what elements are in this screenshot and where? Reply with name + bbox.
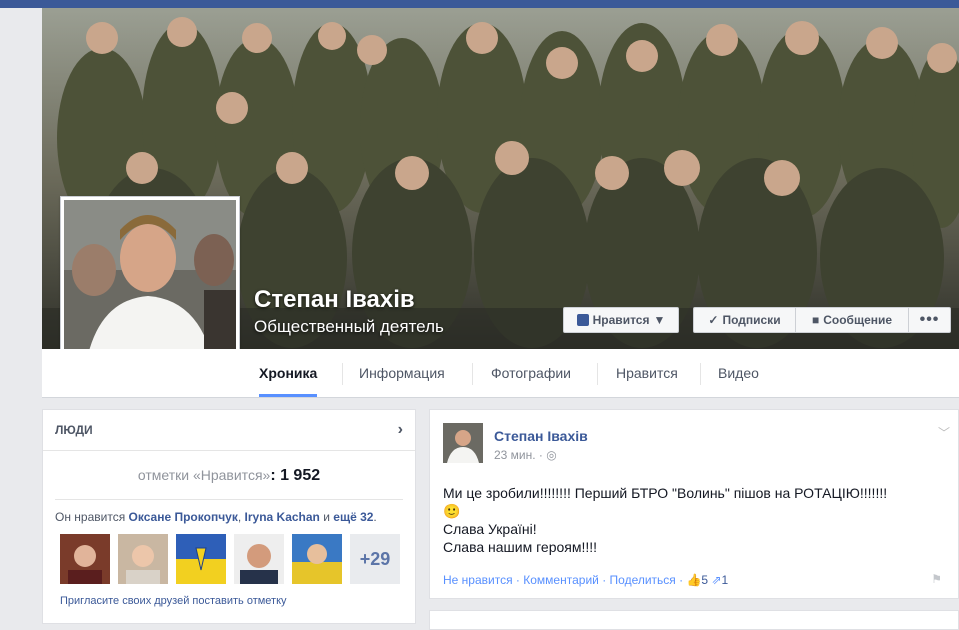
friend-avatar[interactable] (292, 534, 342, 584)
likes-label: отметки «Нравится» (137, 467, 271, 483)
liked-by-prefix: Он нравится (55, 510, 129, 524)
liked-by-separator: , (237, 510, 245, 524)
post-actions: Не нравится · Комментарий · Поделиться ·… (443, 573, 728, 587)
page-name: Степан Івахів (254, 286, 415, 313)
globe-icon: ◎ (546, 448, 557, 462)
liked-by-end: . (373, 510, 377, 524)
more-icon: ••• (919, 311, 940, 328)
post-options-caret-icon[interactable]: ﹀ (938, 424, 950, 441)
tab-timeline[interactable]: Хроника (259, 349, 318, 397)
action-separator: · (675, 573, 687, 587)
likes-count-row: отметки «Нравится»: 1 952 (55, 451, 403, 500)
tab-photos[interactable]: Фотографии (491, 349, 571, 397)
invite-friends-link[interactable]: Пригласите своих друзей поставить отметк… (43, 584, 415, 608)
liked-by-friend-2[interactable]: Iryna Kachan (245, 510, 320, 524)
message-label: Сообщение (823, 313, 893, 327)
friend-avatar[interactable] (118, 534, 168, 584)
post-timestamp[interactable]: 23 мин. · ◎ (494, 448, 557, 462)
tab-divider (597, 363, 598, 385)
message-button[interactable]: ■ Сообщение (796, 307, 909, 333)
post-author-avatar[interactable] (443, 423, 483, 463)
tab-video[interactable]: Видео (718, 349, 759, 397)
tab-divider (700, 363, 701, 385)
chevron-right-icon[interactable]: › (398, 410, 403, 450)
timeline-post: Степан Івахів 23 мин. · ◎ ﹀ Ми це зробил… (429, 409, 959, 599)
share-count-icon: ⇗ (708, 573, 722, 587)
tab-likes[interactable]: Нравится (616, 349, 678, 397)
friend-avatar[interactable] (176, 534, 226, 584)
subscriptions-label: Подписки (722, 313, 781, 327)
tab-divider (342, 363, 343, 385)
liked-by-and: и (319, 510, 334, 524)
post-author-name[interactable]: Степан Івахів (494, 428, 588, 444)
message-icon: ■ (811, 313, 820, 327)
tab-info[interactable]: Информация (359, 349, 445, 397)
thumbs-up-icon (576, 314, 589, 326)
top-bar (0, 0, 959, 8)
action-separator: · (512, 573, 524, 587)
liked-by-more-link[interactable]: ещё 32 (333, 510, 373, 524)
tab-divider (472, 363, 473, 385)
more-options-button[interactable]: ••• (909, 307, 951, 333)
friend-avatar[interactable] (60, 534, 110, 584)
check-icon: ✓ (708, 313, 719, 327)
unlike-link[interactable]: Не нравится (443, 573, 513, 587)
liked-by-friend-1[interactable]: Оксане Прокопчук (129, 510, 238, 524)
like-button[interactable]: Нравится ▼ (563, 307, 679, 333)
people-panel-header[interactable]: ЛЮДИ › (43, 410, 415, 451)
friend-avatar[interactable] (234, 534, 284, 584)
friends-row: +29 (43, 524, 415, 584)
comment-link[interactable]: Комментарий (523, 573, 599, 587)
post-time-text: 23 мин. · (494, 448, 547, 462)
flag-icon[interactable]: ⚑ (931, 572, 942, 586)
smile-emoji-icon: 🙂 (443, 503, 461, 519)
post-line-2: Слава Україні! (443, 521, 537, 537)
like-button-label: Нравится (592, 313, 650, 327)
share-link[interactable]: Поделиться (610, 573, 676, 587)
action-separator: · (598, 573, 610, 587)
page-category[interactable]: Общественный деятель (254, 317, 444, 337)
timeline-post-next (429, 610, 959, 630)
share-count[interactable]: 1 (722, 573, 729, 587)
post-line-1: Ми це зробили!!!!!!!! Перший БТРО "Волин… (443, 485, 888, 501)
subscriptions-button[interactable]: ✓ Подписки (693, 307, 796, 333)
like-count-icon: 👍 (686, 573, 702, 587)
people-panel-title: ЛЮДИ (55, 423, 93, 437)
likes-count: : 1 952 (270, 467, 321, 484)
caret-down-icon: ▼ (653, 313, 666, 327)
liked-by-text: Он нравится Оксане Прокопчук, Iryna Kach… (43, 500, 415, 524)
people-panel: ЛЮДИ › отметки «Нравится»: 1 952 Он нрав… (42, 409, 416, 624)
more-friends-button[interactable]: +29 (350, 534, 400, 584)
profile-tabs: Хроника Информация Фотографии Нравится В… (42, 349, 959, 398)
post-body: Ми це зробили!!!!!!!! Перший БТРО "Волин… (443, 484, 887, 556)
post-line-3: Слава нашим героям!!!! (443, 539, 598, 555)
